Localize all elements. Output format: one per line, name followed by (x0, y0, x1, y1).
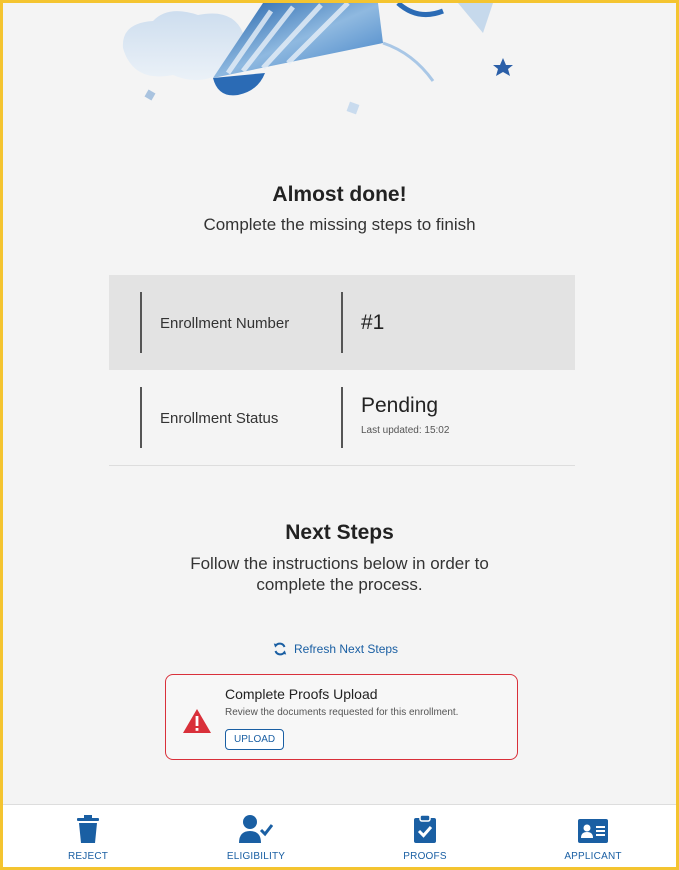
proofs-upload-step-card: Complete Proofs Upload Review the docume… (165, 674, 518, 760)
step-description: Review the documents requested for this … (225, 707, 459, 718)
clipboard-check-icon (414, 815, 436, 843)
app-screen: Almost done! Complete the missing steps … (3, 3, 676, 867)
nav-reject[interactable]: REJECT (28, 813, 148, 862)
nav-proofs[interactable]: PROOFS (365, 813, 485, 862)
refresh-label: Refresh Next Steps (294, 642, 399, 656)
last-updated-text: Last updated: 15:02 (361, 425, 450, 436)
step-title: Complete Proofs Upload (225, 686, 378, 702)
enrollment-status-label: Enrollment Status (160, 410, 279, 427)
divider-bar (341, 387, 343, 448)
enrollment-status-row: Enrollment Status Pending Last updated: … (109, 370, 575, 465)
next-steps-title: Next Steps (285, 521, 394, 544)
section-divider (109, 465, 575, 466)
enrollment-number-value: #1 (361, 311, 385, 334)
divider-bar (140, 387, 142, 448)
divider-bar (140, 292, 142, 353)
nav-eligibility-label: ELIGIBILITY (226, 851, 286, 862)
next-steps-description: Follow the instructions below in order t… (190, 554, 489, 594)
nav-proofs-label: PROOFS (403, 851, 447, 862)
enrollment-number-label: Enrollment Number (160, 315, 290, 332)
nav-reject-label: REJECT (67, 851, 109, 862)
enrollment-status-value: Pending (361, 394, 439, 417)
bottom-navigation: REJECT ELIGIBILITY PROOFS APPLICANT (3, 804, 676, 867)
trash-icon (77, 815, 99, 843)
celebration-illustration (122, 3, 513, 115)
nav-applicant[interactable]: APPLICANT (533, 813, 653, 862)
upload-button[interactable]: UPLOAD (225, 729, 285, 750)
page-subtitle: Complete the missing steps to finish (203, 215, 476, 234)
user-check-icon (239, 815, 273, 843)
id-card-icon (578, 819, 608, 843)
warning-icon (183, 709, 211, 733)
page-title: Almost done! (272, 183, 407, 206)
nav-eligibility[interactable]: ELIGIBILITY (196, 813, 316, 862)
refresh-icon (273, 642, 287, 656)
nav-applicant-label: APPLICANT (564, 851, 622, 862)
refresh-next-steps-link[interactable]: Refresh Next Steps (273, 639, 398, 659)
enrollment-number-row: Enrollment Number #1 (109, 275, 575, 370)
divider-bar (341, 292, 343, 353)
